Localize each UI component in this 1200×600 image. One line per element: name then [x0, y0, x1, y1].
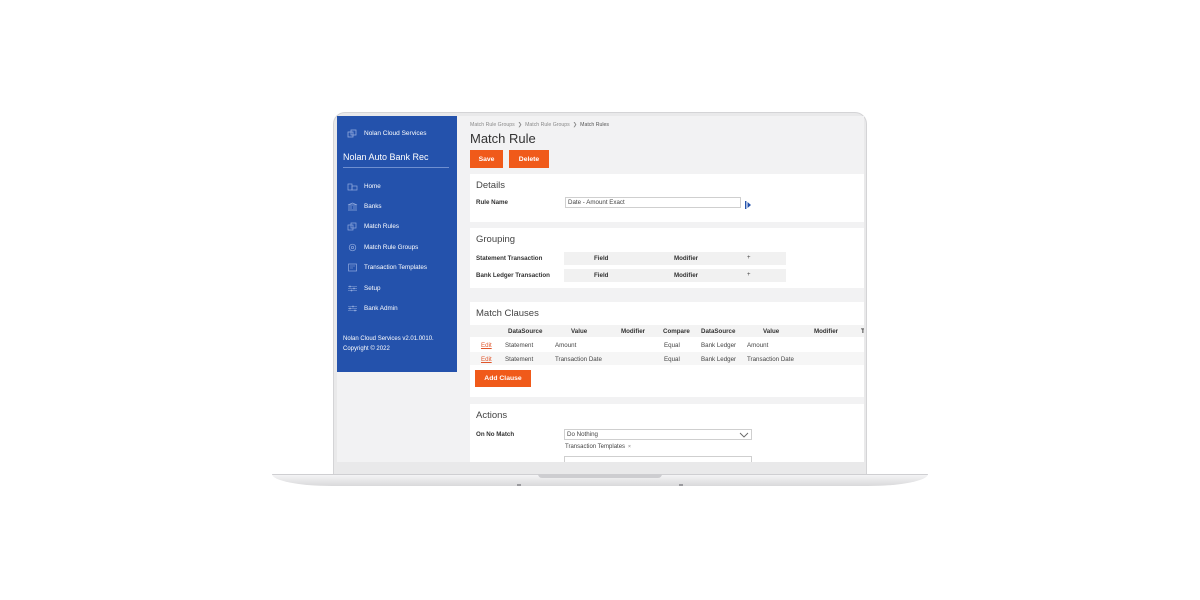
details-title: Details	[476, 180, 506, 191]
laptop-foot-left	[517, 484, 521, 486]
table-cell: Amount	[747, 342, 769, 349]
home-icon	[347, 182, 358, 191]
on-no-match-select[interactable]: Do Nothing	[564, 429, 752, 440]
secondary-action-label	[476, 458, 536, 462]
column-header: Modifier	[814, 328, 839, 335]
groups-icon	[347, 243, 358, 252]
laptop-foot-right	[679, 484, 683, 486]
bank-icon	[347, 202, 358, 211]
edit-clause-link[interactable]: Edit	[481, 356, 492, 363]
version-text: Nolan Cloud Services v2.01.0010.	[343, 336, 434, 342]
admin-icon	[347, 304, 358, 313]
column-header: T	[861, 328, 864, 335]
grouping-panel: Grouping Statement Transaction Field Mod…	[470, 228, 864, 288]
column-header: Compare	[663, 328, 690, 335]
copyright-text: Copyright © 2022	[343, 346, 390, 352]
sidebar-item-transaction-templates[interactable]: Transaction Templates	[347, 258, 427, 278]
rules-icon	[347, 222, 358, 231]
sidebar: Nolan Cloud Services Nolan Auto Bank Rec…	[337, 116, 457, 372]
column-header: Value	[571, 328, 588, 335]
column-header: DataSource	[508, 328, 543, 335]
transaction-templates-chip[interactable]: Transaction Templates ×	[565, 444, 631, 450]
actions-panel: Actions On No Match Do Nothing Transacti…	[470, 404, 864, 462]
breadcrumb-current: Match Rules	[580, 122, 609, 128]
sidebar-item-match-rules[interactable]: Match Rules	[347, 217, 427, 237]
sidebar-item-home[interactable]: Home	[347, 176, 427, 196]
grouping-title: Grouping	[476, 234, 516, 245]
sidebar-item-label: Match Rule Groups	[364, 243, 419, 251]
laptop-notch	[538, 474, 662, 478]
brand[interactable]: Nolan Cloud Services	[347, 129, 427, 138]
table-cell: Equal	[664, 342, 680, 349]
column-header: Modifier	[621, 328, 646, 335]
chip-label: Transaction Templates	[565, 444, 626, 450]
match-clauses-panel: Match Clauses DataSource Value Modifier …	[470, 302, 864, 397]
table-cell: Amount	[555, 342, 577, 349]
breadcrumb: Match Rule Groups ❯ Match Rule Groups ❯ …	[470, 122, 609, 128]
setup-icon	[347, 284, 358, 293]
app-name: Nolan Auto Bank Rec	[343, 152, 449, 168]
sidebar-item-label: Transaction Templates	[364, 264, 427, 272]
grouping-modifier-header: Modifier	[674, 272, 699, 279]
delete-button[interactable]: Delete	[509, 150, 549, 168]
table-cell: Equal	[664, 356, 680, 363]
version-info: Nolan Cloud Services v2.01.0010. Copyrig…	[343, 334, 434, 354]
close-icon[interactable]: ×	[628, 444, 631, 450]
add-grouping-button[interactable]: +	[747, 272, 751, 278]
secondary-action-select[interactable]	[564, 456, 752, 462]
screen: Nolan Cloud Services Nolan Auto Bank Rec…	[337, 116, 864, 462]
table-cell: Transaction Date	[747, 356, 794, 363]
brand-logo-icon	[347, 129, 358, 138]
column-header: Value	[763, 328, 780, 335]
rule-name-picker-icon[interactable]	[744, 197, 752, 209]
on-no-match-label: On No Match	[476, 431, 515, 438]
page-title: Match Rule	[470, 131, 536, 146]
table-cell: Transaction Date	[555, 356, 602, 363]
edit-clause-link[interactable]: Edit	[481, 342, 492, 349]
sidebar-item-setup[interactable]: Setup	[347, 278, 427, 298]
brand-label: Nolan Cloud Services	[364, 130, 427, 137]
add-clause-button[interactable]: Add Clause	[475, 370, 531, 387]
chevron-right-icon: ❯	[517, 122, 523, 128]
save-button[interactable]: Save	[470, 150, 503, 168]
breadcrumb-item[interactable]: Match Rule Groups	[470, 122, 515, 128]
template-icon	[347, 263, 358, 272]
sidebar-nav: Home Banks Match Rules Match Rule Groups…	[347, 176, 427, 319]
table-cell: Bank Ledger	[701, 356, 737, 363]
grouping-modifier-header: Modifier	[674, 255, 699, 262]
sidebar-item-label: Match Rules	[364, 223, 399, 231]
rule-name-label: Rule Name	[476, 199, 508, 206]
sidebar-item-label: Banks	[364, 203, 382, 211]
table-cell: Statement	[505, 356, 534, 363]
on-no-match-value: Do Nothing	[567, 431, 598, 438]
sidebar-item-label: Bank Admin	[364, 305, 398, 313]
sidebar-item-match-rule-groups[interactable]: Match Rule Groups	[347, 237, 427, 257]
main-content: Match Rule Groups ❯ Match Rule Groups ❯ …	[464, 116, 864, 462]
table-cell: Statement	[505, 342, 534, 349]
bank-ledger-transaction-label: Bank Ledger Transaction	[476, 272, 550, 279]
breadcrumb-item[interactable]: Match Rule Groups	[525, 122, 570, 128]
column-header: DataSource	[701, 328, 736, 335]
details-panel: Details Rule Name Date - Amount Exact	[470, 174, 864, 222]
chevron-right-icon: ❯	[572, 122, 578, 128]
sidebar-item-label: Home	[364, 182, 381, 190]
grouping-field-header: Field	[594, 255, 609, 262]
add-grouping-button[interactable]: +	[747, 255, 751, 261]
table-cell: Bank Ledger	[701, 342, 737, 349]
sidebar-item-bank-admin[interactable]: Bank Admin	[347, 298, 427, 318]
actions-title: Actions	[476, 410, 508, 421]
rule-name-input[interactable]: Date - Amount Exact	[565, 197, 741, 208]
statement-transaction-label: Statement Transaction	[476, 255, 543, 262]
match-clauses-title: Match Clauses	[476, 308, 539, 319]
grouping-field-header: Field	[594, 272, 609, 279]
sidebar-item-banks[interactable]: Banks	[347, 196, 427, 216]
sidebar-item-label: Setup	[364, 284, 381, 292]
chevron-down-icon	[739, 430, 749, 441]
